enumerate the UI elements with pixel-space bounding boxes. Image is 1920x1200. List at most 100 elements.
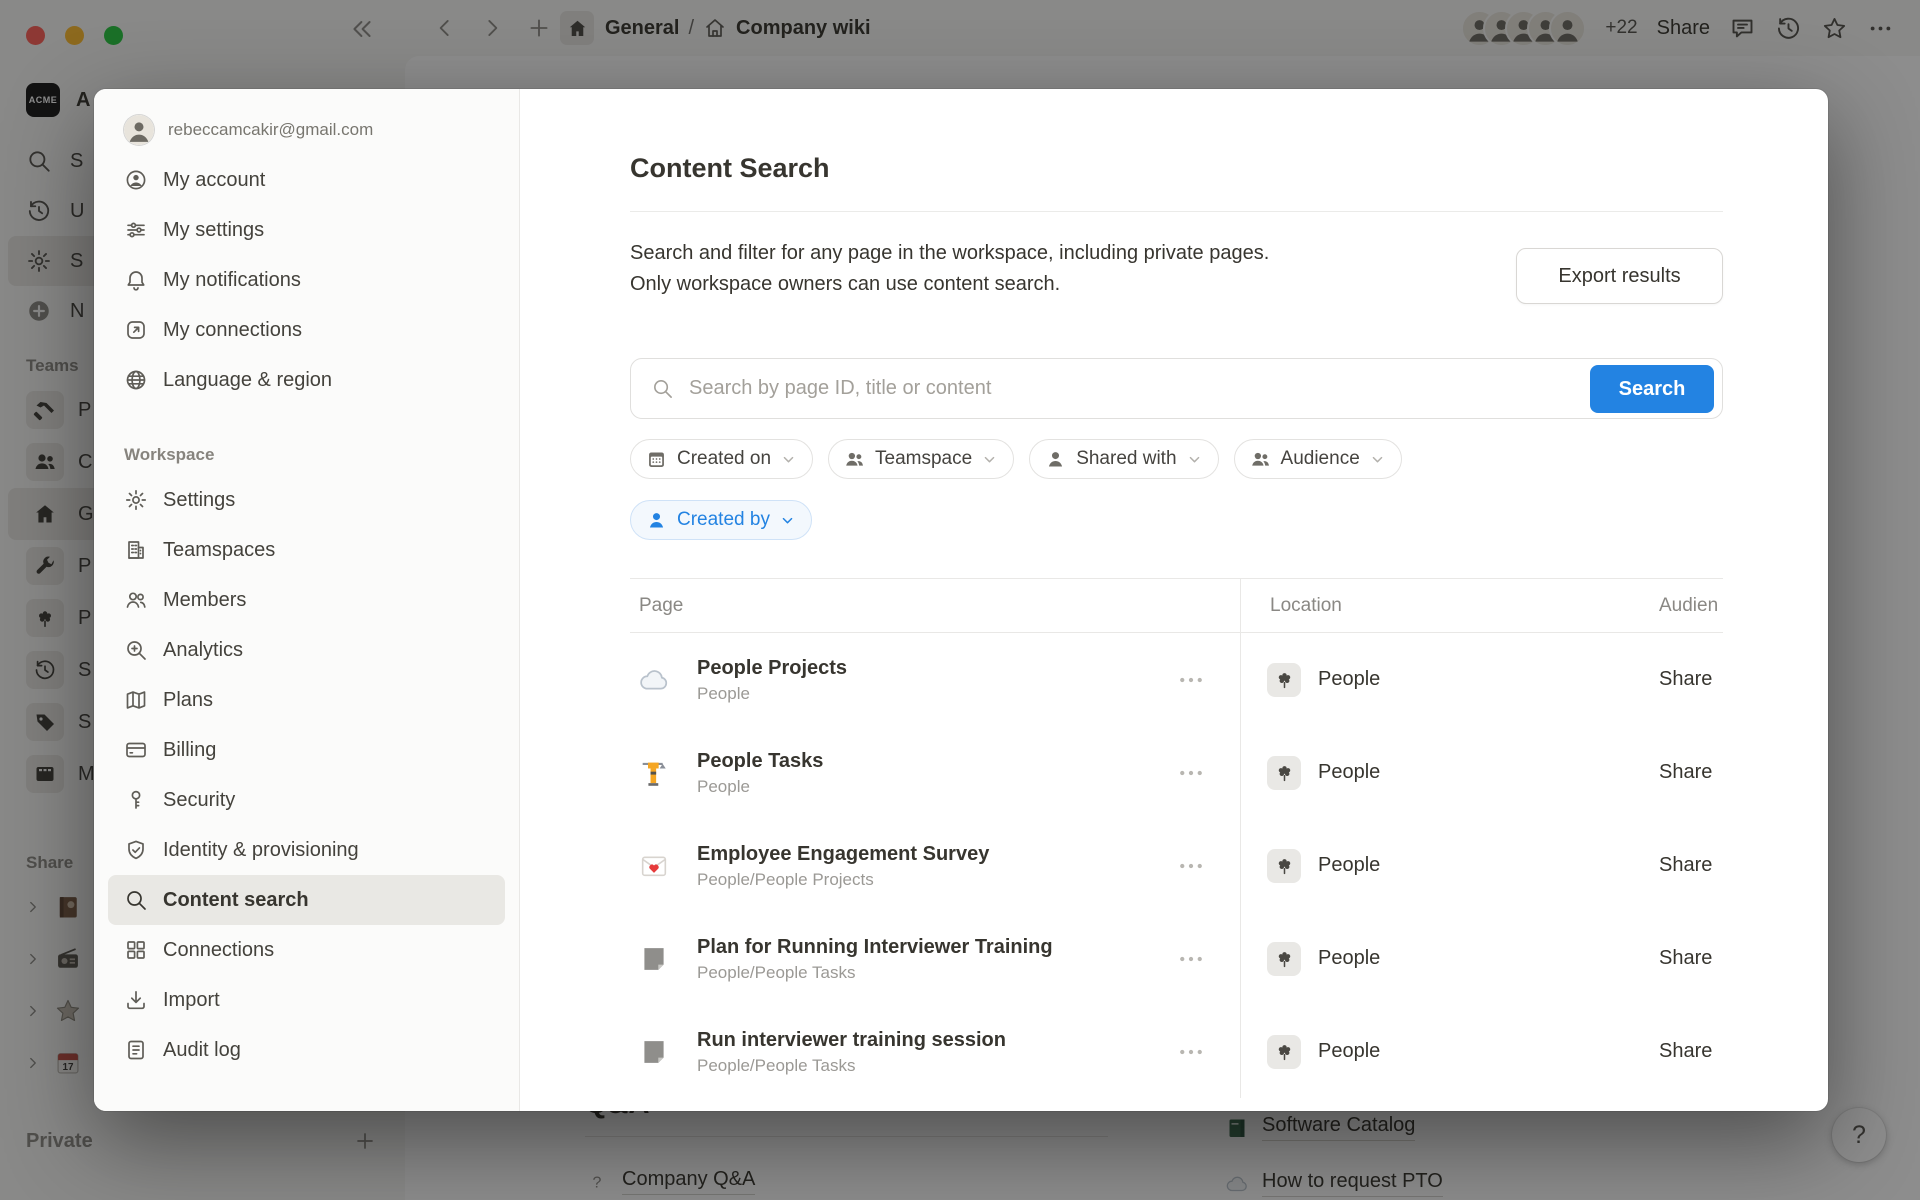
search-input[interactable] xyxy=(687,376,1722,401)
settings-modal: rebeccamcakir@gmail.com My account My se… xyxy=(94,89,1828,1111)
page-path: People/People Tasks xyxy=(697,1056,1006,1076)
page-title-cell[interactable]: People Projects xyxy=(697,655,847,681)
page-path: People/People Projects xyxy=(697,870,989,890)
settings-nav-item[interactable]: Language & region xyxy=(108,355,505,405)
people-solid-icon xyxy=(844,449,865,470)
page-title-cell[interactable]: Run interviewer training session xyxy=(697,1027,1006,1053)
audience-value: Share xyxy=(1659,854,1723,877)
settings-nav-item[interactable]: Members xyxy=(108,575,505,625)
chevron-down-icon xyxy=(1370,452,1385,467)
page-title-cell[interactable]: People Tasks xyxy=(697,748,823,774)
page-icon xyxy=(638,943,670,975)
page-title: Content Search xyxy=(630,153,1723,187)
bell-icon xyxy=(124,268,148,292)
settings-nav-item[interactable]: Audit log xyxy=(108,1025,505,1075)
filter-chip-active[interactable]: Created by xyxy=(630,500,812,540)
map-icon xyxy=(124,688,148,712)
building-icon xyxy=(124,538,148,562)
people-icon xyxy=(124,588,148,612)
settings-nav-item[interactable]: Security xyxy=(108,775,505,825)
settings-nav-panel: rebeccamcakir@gmail.com My account My se… xyxy=(94,89,520,1111)
import-icon xyxy=(124,988,148,1012)
settings-nav-item[interactable]: My settings xyxy=(108,205,505,255)
settings-workspace-items: Settings Teamspaces Members Analytics Pl… xyxy=(94,475,519,1075)
chevron-down-icon xyxy=(781,452,796,467)
gear-icon xyxy=(124,488,148,512)
row-actions-icon[interactable] xyxy=(1176,758,1206,788)
table-row[interactable]: Employee Engagement Survey People/People… xyxy=(630,819,1723,912)
row-actions-icon[interactable] xyxy=(1176,1037,1206,1067)
settings-nav-item[interactable]: My account xyxy=(108,155,505,205)
teamspace-badge xyxy=(1267,849,1301,883)
grid-icon xyxy=(124,938,148,962)
export-results-button[interactable]: Export results xyxy=(1516,248,1723,304)
search-button[interactable]: Search xyxy=(1590,365,1714,413)
table-row[interactable]: Plan for Running Interviewer Training Pe… xyxy=(630,912,1723,1005)
external-icon xyxy=(124,318,148,342)
teamspace-badge xyxy=(1267,1035,1301,1069)
row-actions-icon[interactable] xyxy=(1176,944,1206,974)
settings-nav-item[interactable]: Plans xyxy=(108,675,505,725)
table-row[interactable]: Run interviewer training session People/… xyxy=(630,1005,1723,1098)
flower-icon xyxy=(1273,854,1296,877)
key-icon xyxy=(124,788,148,812)
page-path: People xyxy=(697,777,823,797)
settings-nav-item[interactable]: Teamspaces xyxy=(108,525,505,575)
column-divider xyxy=(1240,579,1241,1098)
settings-nav-item[interactable]: Analytics xyxy=(108,625,505,675)
page-icon xyxy=(638,1036,670,1068)
settings-nav-item[interactable]: Settings xyxy=(108,475,505,525)
page-title-cell[interactable]: Employee Engagement Survey xyxy=(697,841,989,867)
filter-chip[interactable]: Shared with xyxy=(1029,439,1218,479)
globe-icon xyxy=(124,368,148,392)
user-circle-icon xyxy=(124,168,148,192)
people-solid-icon xyxy=(1250,449,1271,470)
audience-value: Share xyxy=(1659,1040,1723,1063)
results-table: Page Location Audien People Projects xyxy=(630,578,1723,1098)
settings-nav-item[interactable]: My notifications xyxy=(108,255,505,305)
settings-nav-item[interactable]: Billing xyxy=(108,725,505,775)
search-bar: Search xyxy=(630,358,1723,419)
content-search-pane: Content Search Search and filter for any… xyxy=(520,89,1828,1111)
app-window: General / Company wiki +22 Share ACME A xyxy=(0,0,1920,1200)
audience-value: Share xyxy=(1659,947,1723,970)
workspace-section-label: Workspace xyxy=(108,431,505,475)
settings-nav-item[interactable]: Import xyxy=(108,975,505,1025)
row-actions-icon[interactable] xyxy=(1176,851,1206,881)
chevron-down-icon xyxy=(1187,452,1202,467)
column-header-page: Page xyxy=(630,595,1240,617)
love-letter-icon xyxy=(638,850,670,882)
filter-chip[interactable]: Audience xyxy=(1234,439,1402,479)
settings-nav-item[interactable]: My connections xyxy=(108,305,505,355)
filter-chip[interactable]: Teamspace xyxy=(828,439,1014,479)
settings-nav-item[interactable]: Content search xyxy=(108,875,505,925)
teamspace-badge xyxy=(1267,663,1301,697)
column-header-audience: Audien xyxy=(1659,595,1723,617)
table-row[interactable]: People Projects People People Share xyxy=(630,633,1723,726)
column-header-location: Location xyxy=(1240,595,1659,617)
table-body: People Projects People People Share xyxy=(630,633,1723,1098)
person-solid-icon xyxy=(1045,449,1066,470)
active-filter-chips: Created by xyxy=(630,500,1723,540)
shield-check-icon xyxy=(124,838,148,862)
page-description: Search and filter for any page in the wo… xyxy=(630,238,1410,300)
settings-nav-item[interactable]: Identity & provisioning xyxy=(108,825,505,875)
account-avatar xyxy=(124,115,154,145)
analytics-icon xyxy=(124,638,148,662)
flower-icon xyxy=(1273,1040,1296,1063)
location-name: People xyxy=(1318,854,1380,877)
search-icon xyxy=(124,888,148,912)
credit-card-icon xyxy=(124,738,148,762)
crane-icon xyxy=(638,757,670,789)
filter-chip[interactable]: Created on xyxy=(630,439,813,479)
page-path: People xyxy=(697,684,847,704)
settings-nav-item[interactable]: Connections xyxy=(108,925,505,975)
location-name: People xyxy=(1318,947,1380,970)
audience-value: Share xyxy=(1659,668,1723,691)
row-actions-icon[interactable] xyxy=(1176,665,1206,695)
account-email: rebeccamcakir@gmail.com xyxy=(168,120,373,140)
table-row[interactable]: People Tasks People People Share xyxy=(630,726,1723,819)
page-path: People/People Tasks xyxy=(697,963,1053,983)
page-title-cell[interactable]: Plan for Running Interviewer Training xyxy=(697,934,1053,960)
flower-icon xyxy=(1273,761,1296,784)
